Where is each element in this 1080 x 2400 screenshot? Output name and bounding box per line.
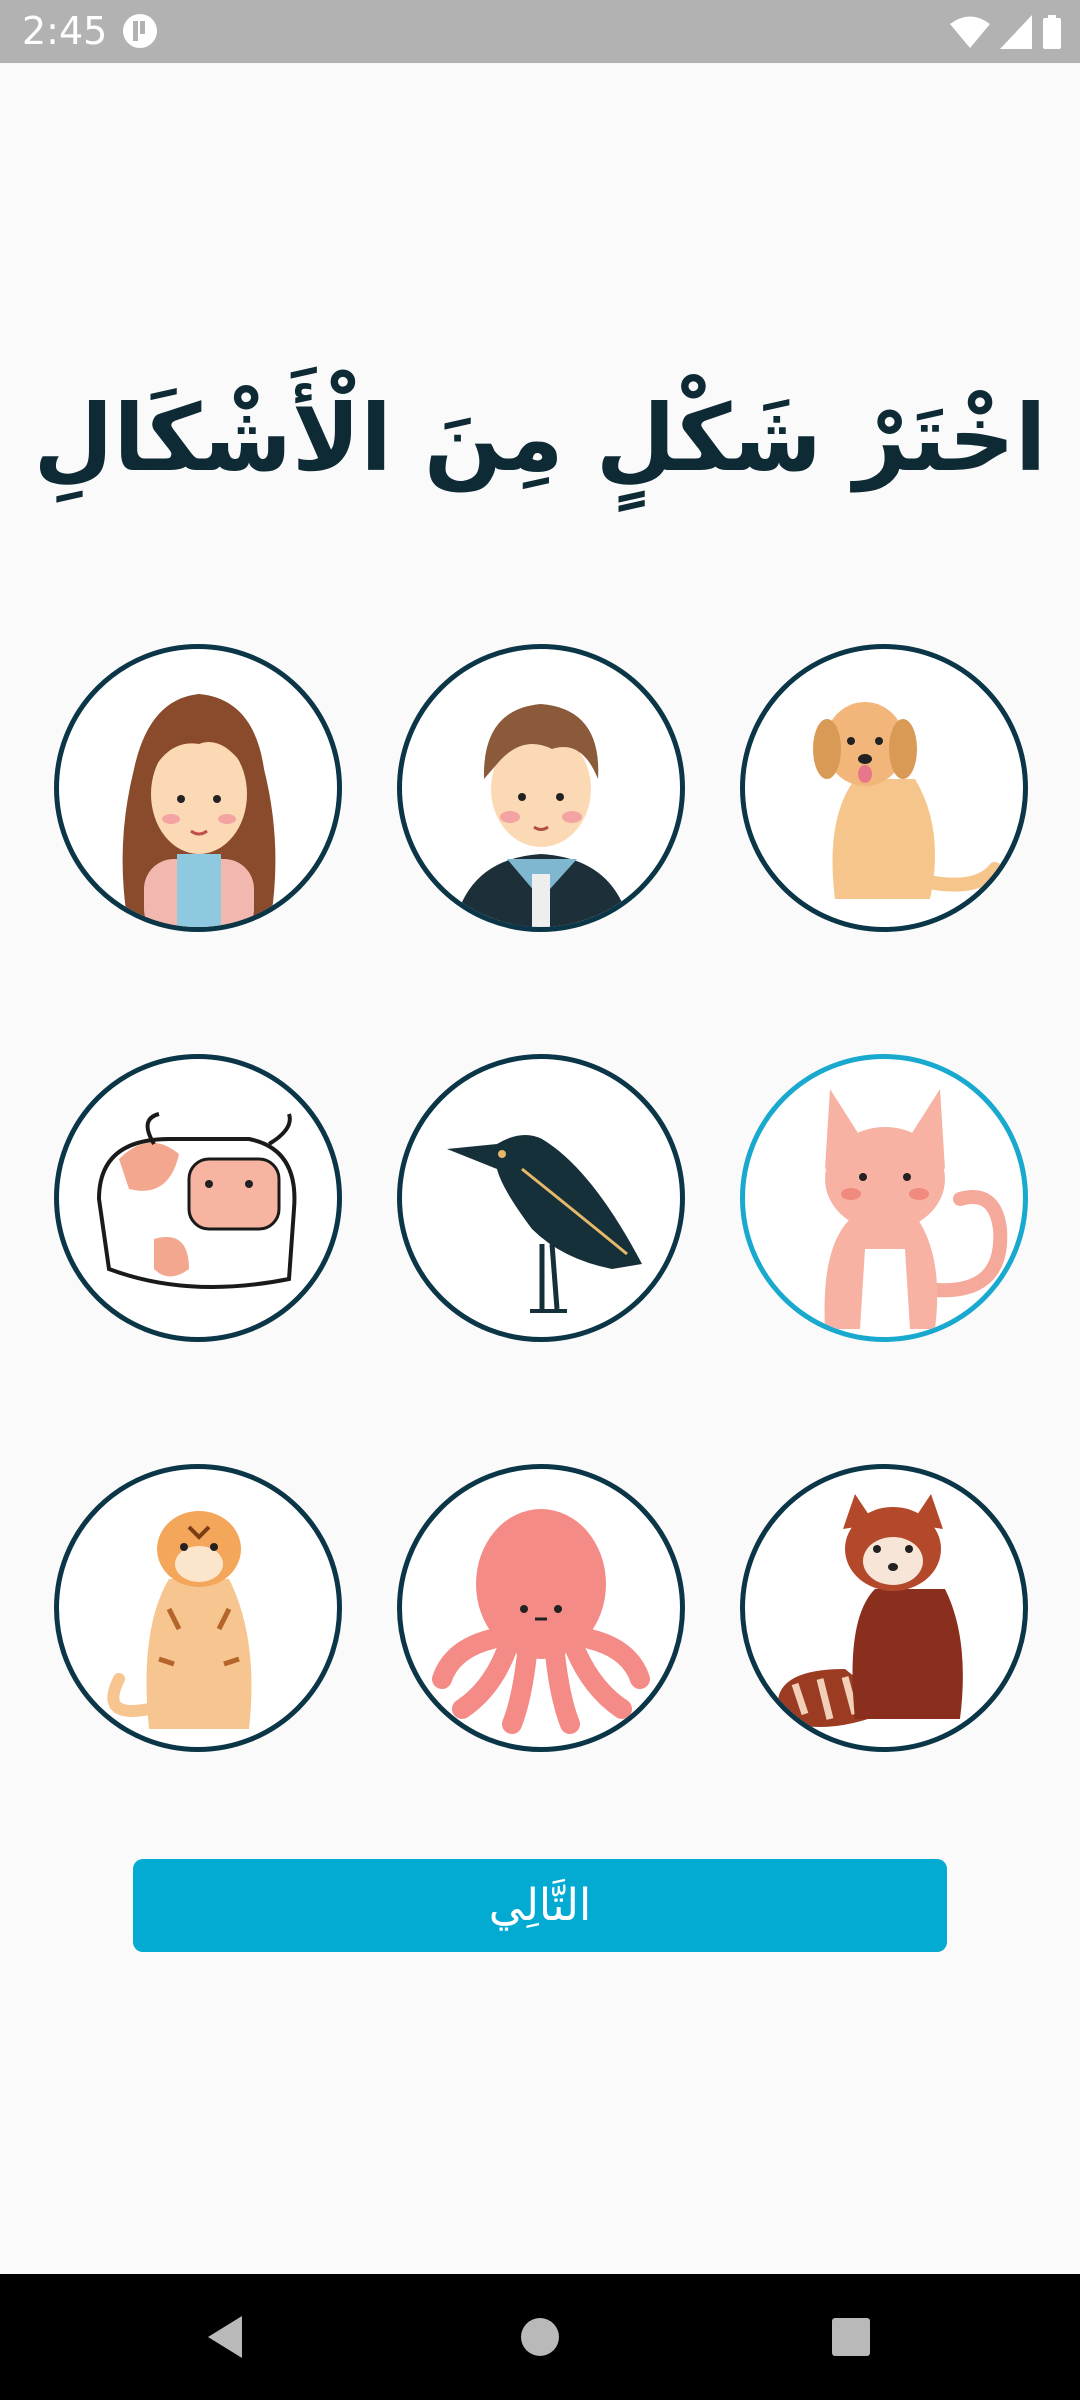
avatar-option-red-panda[interactable] — [740, 1464, 1028, 1752]
octopus-avatar-icon — [432, 1509, 650, 1734]
home-icon[interactable] — [513, 2310, 567, 2364]
avatar-option-boy[interactable] — [397, 644, 685, 932]
wifi-icon — [950, 16, 990, 48]
status-bar: 2:45 — [0, 0, 1080, 63]
avatar-option-cow[interactable] — [54, 1054, 342, 1342]
red-panda-avatar-icon — [777, 1494, 963, 1727]
app-notification-icon — [123, 14, 157, 48]
avatar-option-cat[interactable] — [740, 1054, 1028, 1342]
avatar-option-dog[interactable] — [740, 644, 1028, 932]
signal-icon — [1000, 15, 1032, 49]
avatar-option-crow[interactable] — [397, 1054, 685, 1342]
cow-avatar-icon — [96, 1112, 297, 1289]
page-title: اخْتَرْ شَكْلٍ مِنَ الْأَشْكَالِ — [33, 385, 1047, 492]
recents-icon[interactable] — [824, 2310, 878, 2364]
battery-icon — [1043, 15, 1061, 49]
crow-avatar-icon — [447, 1135, 642, 1313]
tiger-avatar-icon — [107, 1511, 252, 1729]
status-time: 2:45 — [22, 9, 108, 53]
next-button[interactable]: التَّالِي — [133, 1859, 947, 1952]
navigation-bar — [0, 2274, 1080, 2400]
avatar-option-tiger[interactable] — [54, 1464, 342, 1752]
back-icon[interactable] — [198, 2310, 252, 2364]
boy-avatar-icon — [453, 704, 631, 927]
dog-avatar-icon — [813, 702, 1002, 899]
status-indicators — [950, 12, 1062, 52]
girl-avatar-icon — [122, 694, 276, 927]
avatar-option-girl[interactable] — [54, 644, 342, 932]
cat-avatar-icon — [824, 1089, 1008, 1329]
avatar-option-octopus[interactable] — [397, 1464, 685, 1752]
